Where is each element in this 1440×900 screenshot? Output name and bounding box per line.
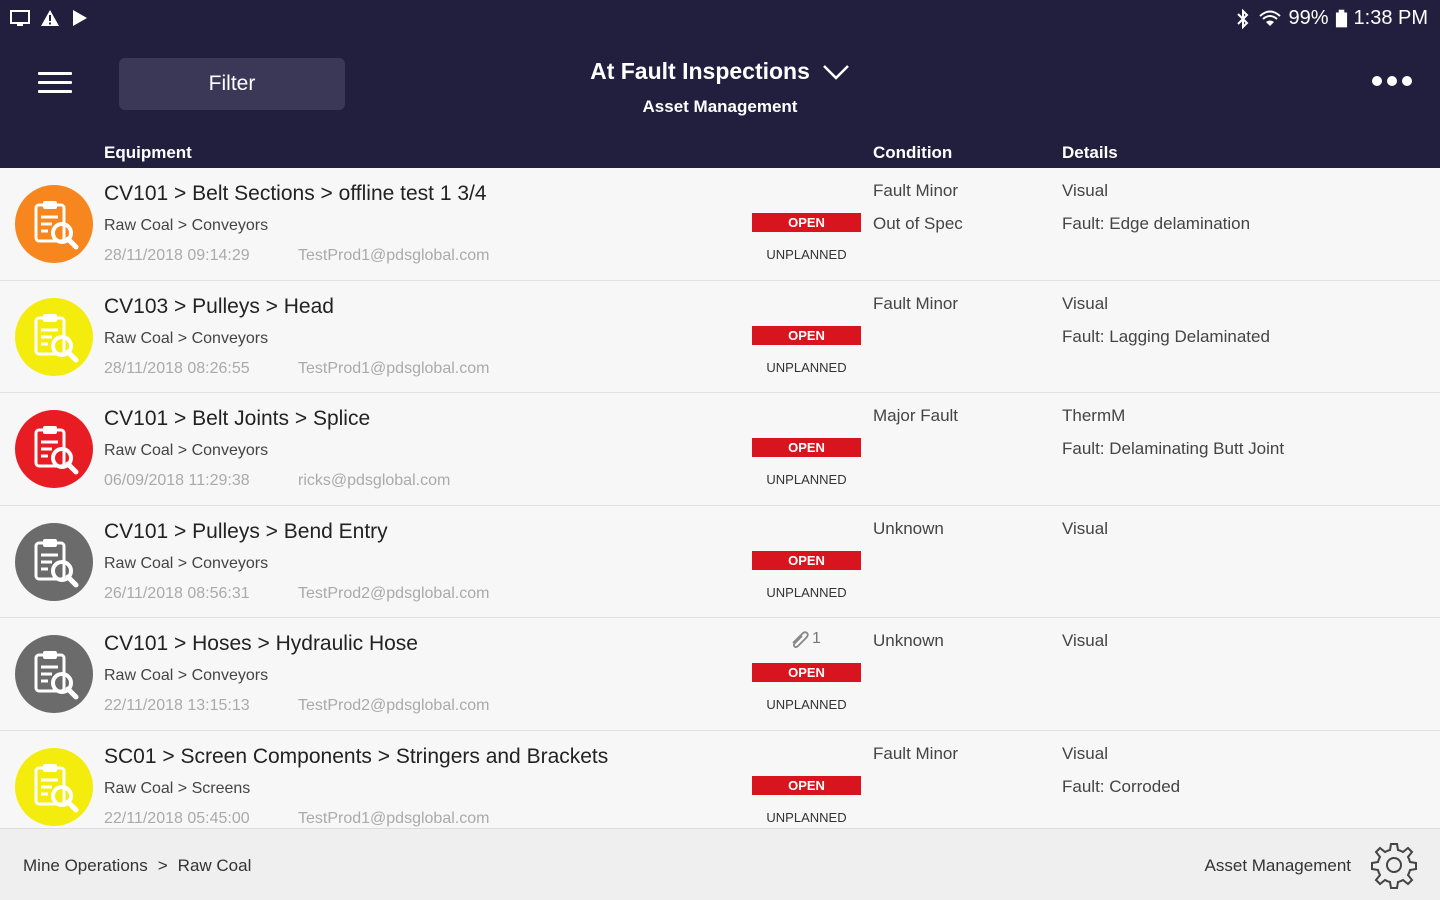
- details-fault: Fault: Edge delamination: [1062, 214, 1251, 233]
- details-method: Visual: [1062, 181, 1108, 200]
- equipment-location: Raw Coal > Conveyors: [104, 667, 269, 684]
- inspector-email: ricks@pdsglobal.com: [298, 472, 451, 489]
- app-bar: Filter At Fault Inspections Asset Manage…: [0, 38, 1440, 168]
- inspection-date: 06/09/2018 11:29:38: [104, 472, 250, 489]
- status-badge: OPEN: [752, 325, 861, 345]
- column-header-details: Details: [1062, 143, 1118, 162]
- status-badge: OPEN: [752, 438, 861, 457]
- details-method: Visual: [1062, 293, 1108, 313]
- list-item[interactable]: CV101 > Belt Sections > offline test 1 3…: [0, 168, 1440, 281]
- clipboard-search-icon: [15, 297, 93, 376]
- status-system: 99% 1:38 PM: [1234, 7, 1428, 30]
- condition-primary: Unknown: [873, 631, 944, 650]
- equipment-location: Raw Coal > Conveyors: [104, 442, 269, 459]
- gear-icon[interactable]: [1370, 841, 1418, 889]
- play-store-icon: [73, 10, 87, 26]
- inspection-date: 28/11/2018 08:26:55: [104, 359, 250, 377]
- details-method: ThermM: [1062, 406, 1126, 425]
- type-label: UNPLANNED: [766, 697, 847, 712]
- inspection-date: 26/11/2018 08:56:31: [104, 584, 250, 602]
- paperclip-icon: [792, 631, 809, 648]
- equipment-path: CV103 > Pulleys > Head: [104, 294, 334, 318]
- breadcrumb-mine-operations[interactable]: Mine Operations: [23, 856, 148, 876]
- condition-primary: Fault Minor: [873, 293, 959, 313]
- page-title: At Fault Inspections: [590, 58, 810, 84]
- condition-primary: Fault Minor: [873, 743, 959, 763]
- status-badge: OPEN: [752, 775, 861, 795]
- warning-icon: [41, 10, 59, 26]
- type-label: UNPLANNED: [766, 359, 847, 375]
- details-fault: Fault: Delaminating Butt Joint: [1062, 439, 1285, 458]
- type-label: UNPLANNED: [766, 247, 847, 262]
- status-badge: OPEN: [752, 213, 861, 232]
- inspection-date: 28/11/2018 09:14:29: [104, 247, 250, 264]
- condition-primary: Unknown: [873, 518, 944, 538]
- condition-primary: Fault Minor: [873, 181, 959, 200]
- battery-percent: 99%: [1288, 7, 1329, 29]
- equipment-location: Raw Coal > Conveyors: [104, 217, 269, 234]
- page-subtitle: Asset Management: [642, 97, 798, 116]
- title-dropdown[interactable]: At Fault Inspections Asset Management: [520, 58, 920, 117]
- column-header-condition: Condition: [873, 143, 953, 162]
- details-method: Visual: [1062, 743, 1108, 763]
- details-fault: Fault: Corroded: [1062, 776, 1181, 796]
- footer-module-label: Asset Management: [1204, 856, 1351, 875]
- clipboard-search-icon: [15, 410, 93, 488]
- status-badge: OPEN: [752, 550, 861, 570]
- status-bar: 99% 1:38 PM: [0, 0, 1440, 38]
- battery-icon: [1335, 9, 1347, 27]
- condition-secondary: Out of Spec: [873, 214, 963, 233]
- inspector-email: TestProd2@pdsglobal.com: [298, 697, 490, 714]
- more-dots-icon[interactable]: [1372, 76, 1412, 86]
- details-method: Visual: [1062, 518, 1108, 538]
- footer-bar: Mine Operations > Raw Coal Asset Managem…: [0, 828, 1440, 900]
- attachment-count: 1: [790, 630, 821, 648]
- breadcrumb-separator: >: [157, 856, 168, 875]
- inspector-email: TestProd1@pdsglobal.com: [298, 359, 490, 377]
- details-method: Visual: [1062, 631, 1108, 650]
- equipment-path: CV101 > Pulleys > Bend Entry: [104, 519, 388, 543]
- inspection-list: CV101 > Belt Sections > offline test 1 3…: [0, 168, 1440, 828]
- equipment-path: CV101 > Belt Joints > Splice: [104, 407, 371, 430]
- details-fault: Fault: Lagging Delaminated: [1062, 326, 1270, 346]
- inspection-date: 22/11/2018 13:15:13: [104, 697, 250, 714]
- equipment-location: Raw Coal > Conveyors: [104, 329, 269, 347]
- column-header-equipment: Equipment: [104, 143, 192, 162]
- list-item[interactable]: CV101 > Hoses > Hydraulic Hose Raw Coal …: [0, 618, 1440, 731]
- status-notifications: [10, 8, 90, 28]
- breadcrumb: Mine Operations > Raw Coal: [23, 856, 251, 876]
- equipment-location: Raw Coal > Conveyors: [104, 554, 269, 572]
- inspection-date: 22/11/2018 05:45:00: [104, 809, 250, 827]
- list-item[interactable]: CV101 > Pulleys > Bend Entry Raw Coal > …: [0, 506, 1440, 618]
- clipboard-search-icon: [15, 747, 93, 826]
- equipment-location: Raw Coal > Screens: [104, 779, 251, 797]
- clipboard-search-icon: [15, 635, 93, 713]
- equipment-path: SC01 > Screen Components > Stringers and…: [104, 744, 609, 768]
- equipment-path: CV101 > Hoses > Hydraulic Hose: [104, 632, 418, 655]
- inspector-email: TestProd1@pdsglobal.com: [298, 809, 490, 827]
- bluetooth-icon: [1237, 8, 1249, 29]
- list-item[interactable]: SC01 > Screen Components > Stringers and…: [0, 731, 1440, 829]
- type-label: UNPLANNED: [766, 472, 847, 487]
- type-label: UNPLANNED: [766, 809, 847, 825]
- hamburger-icon[interactable]: [38, 72, 72, 98]
- status-badge: OPEN: [752, 663, 861, 682]
- clock: 1:38 PM: [1353, 7, 1428, 29]
- clipboard-search-icon: [15, 522, 93, 601]
- attachment-count-value: 1: [812, 630, 821, 647]
- equipment-path: CV101 > Belt Sections > offline test 1 3…: [104, 182, 487, 205]
- inspector-email: TestProd1@pdsglobal.com: [298, 247, 490, 264]
- page-title-wrap[interactable]: At Fault Inspections: [590, 58, 850, 85]
- wifi-icon: [1259, 10, 1282, 26]
- screen-icon: [10, 10, 30, 26]
- inspector-email: TestProd2@pdsglobal.com: [298, 584, 490, 602]
- list-item[interactable]: CV101 > Belt Joints > Splice Raw Coal > …: [0, 393, 1440, 506]
- type-label: UNPLANNED: [766, 584, 847, 600]
- clipboard-search-icon: [15, 185, 93, 263]
- breadcrumb-raw-coal[interactable]: Raw Coal: [178, 856, 252, 876]
- list-item[interactable]: CV103 > Pulleys > Head Raw Coal > Convey…: [0, 281, 1440, 393]
- filter-button[interactable]: Filter: [119, 58, 345, 110]
- chevron-down-icon: [823, 64, 849, 80]
- condition-primary: Major Fault: [873, 406, 959, 425]
